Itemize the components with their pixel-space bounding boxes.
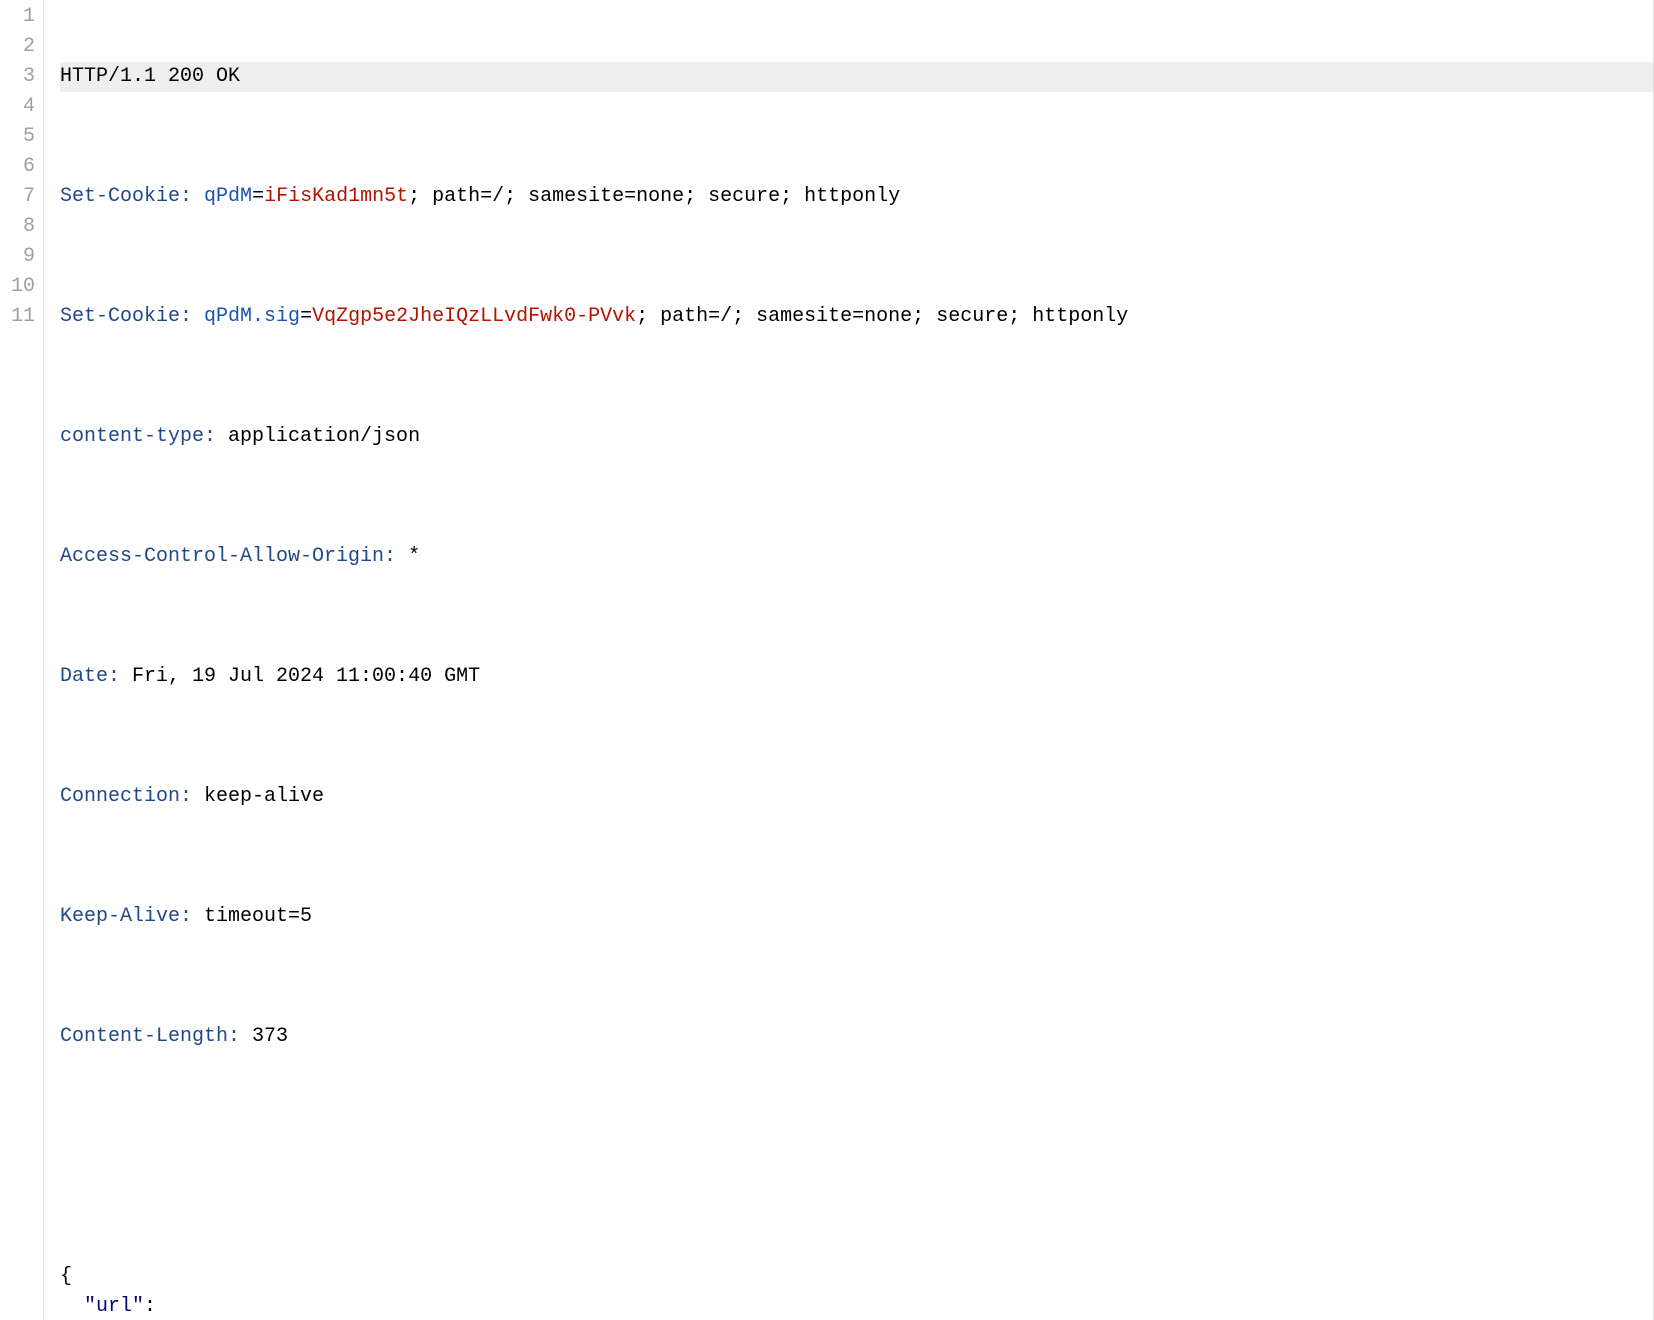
cookie-name: qPdM [204, 185, 252, 208]
line-number: 4 [0, 92, 35, 122]
header-name: Set-Cookie: [60, 305, 192, 328]
header-line-date: Date: Fri, 19 Jul 2024 11:00:40 GMT [60, 662, 1653, 692]
line-number: 5 [0, 122, 35, 152]
header-line-content-type: content-type: application/json [60, 422, 1653, 452]
header-value: timeout=5 [192, 905, 312, 928]
header-name: Set-Cookie: [60, 185, 192, 208]
code-content: HTTP/1.1 200 OK Set-Cookie: qPdM=iFisKad… [44, 0, 1653, 1320]
header-name: content-type: [60, 425, 216, 448]
header-name: Content-Length: [60, 1025, 240, 1048]
status-line: HTTP/1.1 200 OK [60, 62, 1653, 92]
line-number: 8 [0, 212, 35, 242]
header-value: Fri, 19 Jul 2024 11:00:40 GMT [120, 665, 480, 688]
header-line-keep-alive: Keep-Alive: timeout=5 [60, 902, 1653, 932]
header-line-set-cookie-2: Set-Cookie: qPdM.sig=VqZgp5e2JheIQzLLvdF… [60, 302, 1653, 332]
http-status: HTTP/1.1 200 OK [60, 65, 240, 88]
open-brace: { [60, 1265, 72, 1288]
cookie-attrs: ; path=/; samesite=none; secure; httponl… [408, 185, 900, 208]
line-number: 11 [0, 302, 35, 332]
line-number: 6 [0, 152, 35, 182]
header-value: keep-alive [192, 785, 324, 808]
line-number: 10 [0, 272, 35, 302]
cookie-value: iFisKad1mn5t [264, 185, 408, 208]
header-value: * [396, 545, 420, 568]
header-line-set-cookie-1: Set-Cookie: qPdM=iFisKad1mn5t; path=/; s… [60, 182, 1653, 212]
header-value: application/json [216, 425, 420, 448]
equals: = [300, 305, 312, 328]
cookie-name: qPdM.sig [204, 305, 300, 328]
line-number: 7 [0, 182, 35, 212]
colon: : [144, 1295, 156, 1318]
line-number-gutter: 1 2 3 4 5 6 7 8 9 10 11 [0, 0, 44, 1320]
blank-separator [60, 1142, 1653, 1172]
http-response-viewer: 1 2 3 4 5 6 7 8 9 10 11 HTTP/1.1 200 OK … [0, 0, 1654, 1320]
equals: = [252, 185, 264, 208]
header-name: Access-Control-Allow-Origin: [60, 545, 396, 568]
cookie-attrs: ; path=/; samesite=none; secure; httponl… [636, 305, 1128, 328]
header-line-content-length: Content-Length: 373 [60, 1022, 1653, 1052]
line-number: 3 [0, 62, 35, 92]
line-number: 2 [0, 32, 35, 62]
json-body: { "url": "https://campaigneventbritecomn… [60, 1262, 1653, 1320]
header-name: Connection: [60, 785, 192, 808]
header-line-acao: Access-Control-Allow-Origin: * [60, 542, 1653, 572]
line-number: 9 [0, 242, 35, 272]
cookie-value: VqZgp5e2JheIQzLLvdFwk0-PVvk [312, 305, 636, 328]
header-name: Date: [60, 665, 120, 688]
header-value: 373 [240, 1025, 288, 1048]
line-number: 1 [0, 2, 35, 32]
header-name: Keep-Alive: [60, 905, 192, 928]
json-key-url: "url" [84, 1295, 144, 1318]
header-line-connection: Connection: keep-alive [60, 782, 1653, 812]
